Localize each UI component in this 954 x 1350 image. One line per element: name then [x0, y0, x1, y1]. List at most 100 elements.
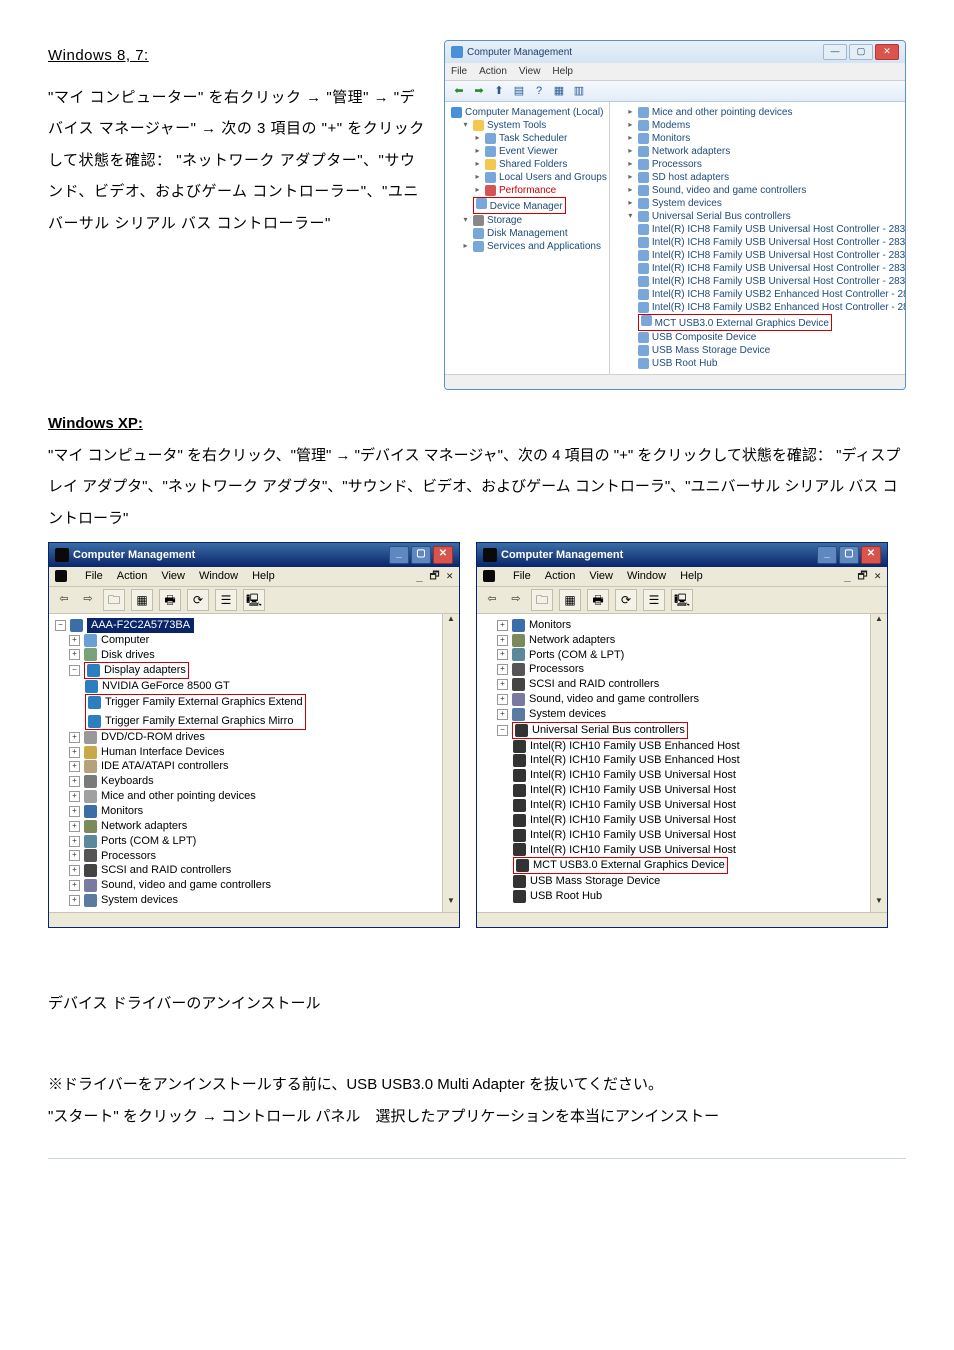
expand-icon[interactable]: ▸ [473, 160, 482, 169]
node-sysdev[interactable]: System devices [652, 197, 722, 210]
maximize-button[interactable]: ▢ [849, 44, 873, 60]
list-icon[interactable]: ☰ [643, 589, 665, 611]
node-u2832[interactable]: Intel(R) ICH8 Family USB Universal Host … [652, 249, 906, 262]
menu-help[interactable]: Help [552, 65, 573, 78]
expand-icon[interactable]: + [69, 806, 80, 817]
export-icon[interactable]: ▥ [571, 83, 587, 99]
refresh-icon[interactable]: ⟳ [615, 589, 637, 611]
node-u283a[interactable]: Intel(R) ICH8 Family USB2 Enhanced Host … [652, 301, 906, 314]
menu-view[interactable]: View [519, 65, 541, 78]
tree-system-tools[interactable]: System Tools [487, 119, 546, 132]
menu-file[interactable]: File [513, 569, 531, 584]
up-icon[interactable]: 🗀 [531, 589, 553, 611]
tree-local-users[interactable]: Local Users and Groups [499, 171, 607, 184]
node-u2831[interactable]: Intel(R) ICH8 Family USB Universal Host … [652, 236, 906, 249]
menu-file[interactable]: File [85, 569, 103, 584]
expand-icon[interactable]: ▸ [626, 199, 635, 208]
scrollbar[interactable]: ▲ ▼ [870, 614, 887, 912]
properties-icon[interactable]: ▦ [559, 589, 581, 611]
tree-device-manager[interactable]: Device Manager [490, 201, 563, 212]
collapse-icon[interactable]: − [497, 725, 508, 736]
expand-icon[interactable]: + [497, 635, 508, 646]
expand-icon[interactable]: + [69, 747, 80, 758]
minimize-button[interactable]: _ [817, 546, 837, 564]
node-uh4[interactable]: Intel(R) ICH10 Family USB Universal Host [530, 813, 736, 828]
expand-icon[interactable]: ▸ [473, 134, 482, 143]
forward-icon[interactable]: ⇨ [507, 592, 525, 607]
node-hid[interactable]: Human Interface Devices [101, 745, 225, 760]
node-scsi[interactable]: SCSI and RAID controllers [101, 863, 231, 878]
expand-icon[interactable]: ▸ [626, 134, 635, 143]
menu-file[interactable]: File [451, 65, 467, 78]
node-kb[interactable]: Keyboards [101, 774, 154, 789]
node-sys[interactable]: System devices [529, 707, 606, 722]
expand-icon[interactable]: + [69, 649, 80, 660]
properties-icon[interactable]: ▦ [131, 589, 153, 611]
tree-performance[interactable]: Performance [499, 184, 556, 197]
node-usb[interactable]: Universal Serial Bus controllers [532, 723, 685, 738]
expand-icon[interactable]: + [497, 649, 508, 660]
expand-icon[interactable]: + [497, 694, 508, 705]
expand-icon[interactable]: ▸ [473, 186, 482, 195]
collapse-icon[interactable]: ▾ [461, 121, 470, 130]
node-mice[interactable]: Mice and other pointing devices [101, 789, 256, 804]
collapse-icon[interactable]: − [55, 620, 66, 631]
back-icon[interactable]: ⬅ [451, 83, 467, 99]
node-mice[interactable]: Mice and other pointing devices [652, 106, 793, 119]
scroll-up-icon[interactable]: ▲ [871, 614, 887, 630]
minimize-button[interactable]: _ [389, 546, 409, 564]
collapse-icon[interactable]: ▾ [626, 212, 635, 221]
node-u2835[interactable]: Intel(R) ICH8 Family USB Universal Host … [652, 275, 906, 288]
node-monitors[interactable]: Monitors [652, 132, 690, 145]
expand-icon[interactable]: + [497, 679, 508, 690]
node-sound[interactable]: Sound, video and game controllers [101, 878, 271, 893]
expand-icon[interactable]: ▸ [626, 173, 635, 182]
minimize-button[interactable]: — [823, 44, 847, 60]
node-u2834[interactable]: Intel(R) ICH8 Family USB Universal Host … [652, 262, 906, 275]
print-icon[interactable]: 🖶 [587, 589, 609, 611]
forward-icon[interactable]: ⇨ [79, 592, 97, 607]
refresh-icon[interactable]: ▦ [551, 83, 567, 99]
node-usb[interactable]: Universal Serial Bus controllers [652, 210, 791, 223]
maximize-button[interactable]: ▢ [839, 546, 859, 564]
node-sd[interactable]: SD host adapters [652, 171, 729, 184]
expand-icon[interactable]: ▸ [461, 242, 470, 251]
print-icon[interactable]: 🖶 [159, 589, 181, 611]
node-roothub[interactable]: USB Root Hub [652, 357, 718, 370]
node-display[interactable]: Display adapters [104, 663, 186, 678]
menu-action[interactable]: Action [117, 569, 148, 584]
collapse-icon[interactable]: ▾ [461, 216, 470, 225]
node-net[interactable]: Network adapters [101, 819, 187, 834]
expand-icon[interactable]: + [69, 850, 80, 861]
expand-icon[interactable]: + [69, 880, 80, 891]
forward-icon[interactable]: ➡ [471, 83, 487, 99]
node-sound[interactable]: Sound, video and game controllers [652, 184, 807, 197]
scrollbar[interactable]: ▲ ▼ [442, 614, 459, 912]
back-icon[interactable]: ⇦ [483, 592, 501, 607]
expand-icon[interactable]: ▸ [626, 186, 635, 195]
menu-action[interactable]: Action [479, 65, 507, 78]
list-icon[interactable]: ☰ [215, 589, 237, 611]
expand-icon[interactable]: ▸ [473, 147, 482, 156]
up-icon[interactable]: 🗀 [103, 589, 125, 611]
expand-icon[interactable]: ▸ [473, 173, 482, 182]
expand-icon[interactable]: ▸ [626, 147, 635, 156]
tree-root[interactable]: AAA-F2C2A5773BA [87, 618, 194, 633]
node-mon[interactable]: Monitors [529, 618, 571, 633]
close-button[interactable]: ✕ [861, 546, 881, 564]
scroll-down-icon[interactable]: ▼ [443, 896, 459, 912]
up-icon[interactable]: ⬆ [491, 83, 507, 99]
expand-icon[interactable]: + [497, 620, 508, 631]
node-mon[interactable]: Monitors [101, 804, 143, 819]
mdi-buttons[interactable]: _ 🗗 ✕ [416, 569, 453, 584]
node-net[interactable]: Network adapters [652, 145, 730, 158]
node-uh5[interactable]: Intel(R) ICH10 Family USB Universal Host [530, 828, 736, 843]
node-ide[interactable]: IDE ATA/ATAPI controllers [101, 759, 229, 774]
node-mct[interactable]: MCT USB3.0 External Graphics Device [655, 318, 829, 329]
node-mass[interactable]: USB Mass Storage Device [530, 874, 660, 889]
tree-shared-folders[interactable]: Shared Folders [499, 158, 567, 171]
expand-icon[interactable]: + [69, 836, 80, 847]
node-ports[interactable]: Ports (COM & LPT) [529, 648, 624, 663]
expand-icon[interactable]: + [497, 664, 508, 675]
node-net[interactable]: Network adapters [529, 633, 615, 648]
